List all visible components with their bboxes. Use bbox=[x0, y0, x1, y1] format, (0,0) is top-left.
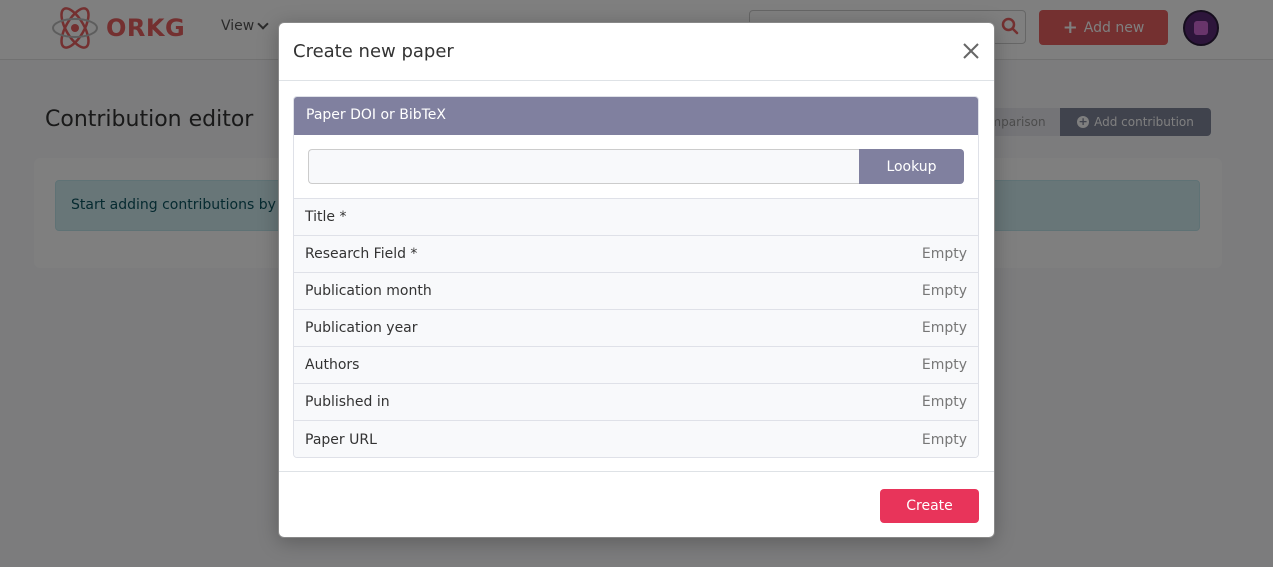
field-row[interactable]: Authors Empty bbox=[294, 347, 978, 384]
paper-details-panel: Paper DOI or BibTeX Lookup Title * Resear… bbox=[293, 96, 979, 458]
modal-header: Create new paper bbox=[279, 23, 994, 81]
field-value: Empty bbox=[921, 431, 967, 448]
create-paper-modal: Create new paper Paper DOI or BibTeX Loo… bbox=[278, 22, 995, 538]
field-row[interactable]: Publication month Empty bbox=[294, 273, 978, 310]
field-row[interactable]: Paper URL Empty bbox=[294, 421, 978, 457]
modal-title: Create new paper bbox=[293, 41, 454, 62]
field-row[interactable]: Published in Empty bbox=[294, 384, 978, 421]
field-label: Publication month bbox=[305, 283, 432, 299]
field-label: Title * bbox=[305, 209, 347, 225]
field-value: Empty bbox=[921, 357, 967, 373]
field-list: Title * Research Field * Empty Publication … bbox=[294, 199, 978, 457]
field-value: Empty bbox=[921, 394, 967, 410]
field-label: Published in bbox=[305, 394, 390, 410]
lookup-button[interactable]: Lookup bbox=[859, 149, 964, 184]
field-value: Empty bbox=[921, 283, 967, 299]
field-row[interactable]: Publication year Empty bbox=[294, 310, 978, 347]
close-icon[interactable] bbox=[962, 42, 980, 60]
field-row[interactable]: Title * bbox=[294, 199, 978, 236]
field-label: Authors bbox=[305, 357, 360, 373]
field-row[interactable]: Research Field * Empty bbox=[294, 236, 978, 273]
field-label: Paper URL bbox=[305, 431, 377, 448]
lookup-row: Lookup bbox=[294, 135, 978, 199]
field-label: Publication year bbox=[305, 320, 418, 336]
doi-input[interactable] bbox=[308, 149, 860, 184]
create-button[interactable]: Create bbox=[880, 489, 979, 523]
modal-footer: Create bbox=[279, 471, 994, 537]
panel-header: Paper DOI or BibTeX bbox=[294, 97, 978, 135]
field-value: Empty bbox=[921, 320, 967, 336]
field-label: Research Field * bbox=[305, 246, 418, 262]
field-value: Empty bbox=[921, 246, 967, 262]
